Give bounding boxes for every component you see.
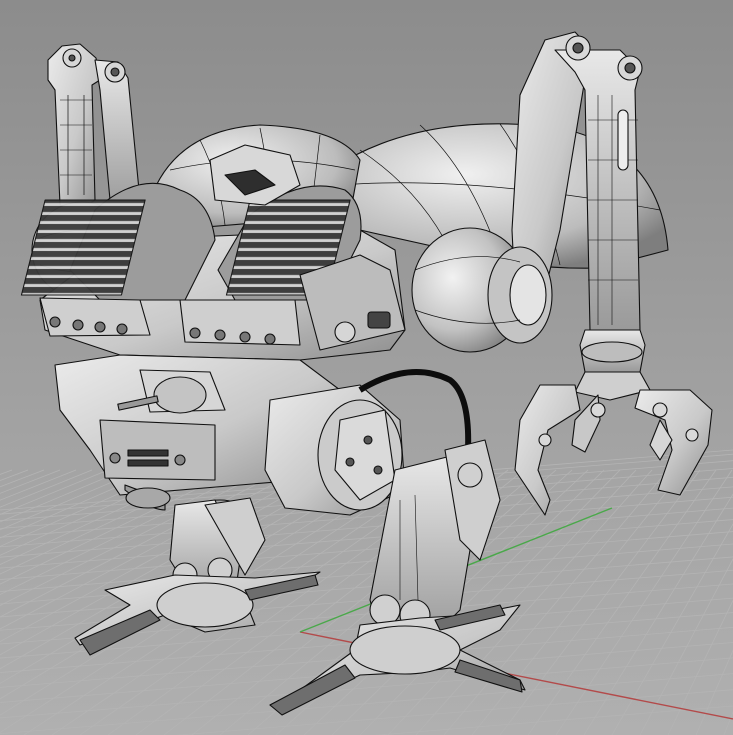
rhino-viewport[interactable] — [0, 0, 733, 735]
viewport-scene — [0, 0, 733, 735]
